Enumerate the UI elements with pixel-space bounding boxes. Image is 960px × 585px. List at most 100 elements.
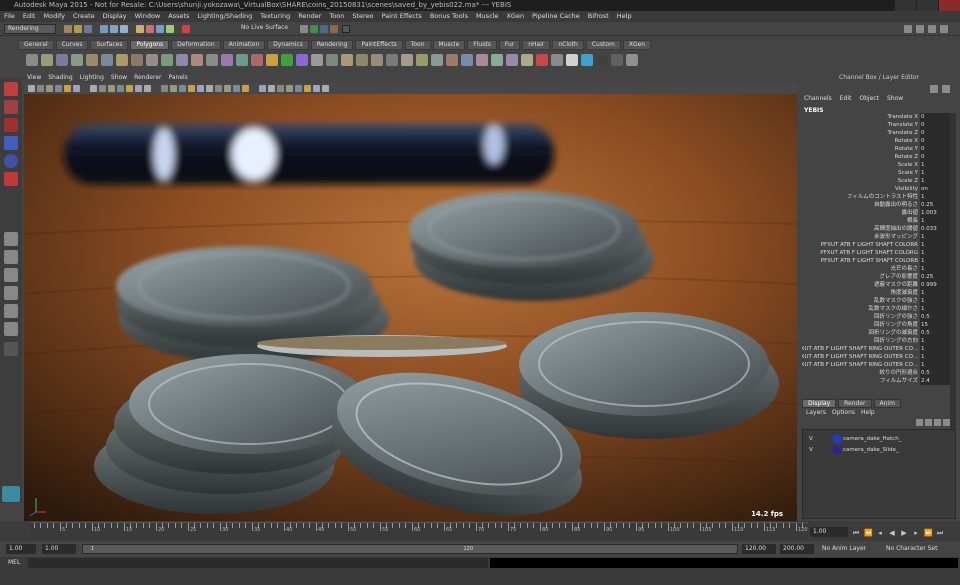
time-ruler[interactable]: 5 10 15 20 25 30 35 40 45 50 55 60 65 70 75 80 85 90 95 100… xyxy=(30,522,808,540)
new-empty-layer-icon[interactable] xyxy=(934,419,941,426)
panel-menu-view[interactable]: View xyxy=(27,73,41,83)
channel-box-layout-icon[interactable] xyxy=(942,85,950,93)
shelf-tab-xgen[interactable]: XGen xyxy=(622,40,652,50)
image-plane-icon[interactable] xyxy=(55,85,62,92)
gamma-icon[interactable] xyxy=(322,85,329,92)
channel-value[interactable]: 0.033 xyxy=(920,225,952,233)
channel-value[interactable]: 1 xyxy=(920,233,952,241)
channel-row[interactable]: Scale Y1 xyxy=(802,169,952,177)
shelf-tab-fur[interactable]: Fur xyxy=(498,40,521,50)
channel-menu-show[interactable]: Show xyxy=(887,95,903,102)
layer-color-swatch[interactable] xyxy=(833,446,841,454)
play-forward-button[interactable]: ▶ xyxy=(900,529,908,537)
shelf-tab-surfaces[interactable]: Surfaces xyxy=(90,40,129,50)
resolution-gate-icon[interactable] xyxy=(108,85,115,92)
channel-value[interactable]: 0 xyxy=(920,145,952,153)
layer-tab-display[interactable]: Display xyxy=(802,399,837,408)
channel-row[interactable]: Visibility on xyxy=(802,185,952,193)
paint-select-icon[interactable] xyxy=(4,118,18,132)
go-to-end-button[interactable]: ⏭ xyxy=(936,529,944,537)
channel-value[interactable]: 1 xyxy=(920,345,952,353)
select-hierarchy-icon[interactable] xyxy=(100,25,108,33)
auto-map-icon[interactable] xyxy=(596,54,608,66)
renderer-viewport-2-icon[interactable] xyxy=(304,85,311,92)
layer-visibility-toggle[interactable]: V xyxy=(809,434,813,444)
poly-pyramid-icon[interactable] xyxy=(131,54,143,66)
shelf-tab-ncloth[interactable]: nCloth xyxy=(552,40,584,50)
channel-row[interactable]: PFXUT ATB F LIGHT SHAFT COLORR 1 xyxy=(802,241,952,249)
channel-row[interactable]: 余波形マッピング 1 xyxy=(802,233,952,241)
snap-point-icon[interactable] xyxy=(156,25,164,33)
bevel-icon[interactable] xyxy=(431,54,443,66)
poly-cylinder-icon[interactable] xyxy=(56,54,68,66)
poly-helix-icon[interactable] xyxy=(161,54,173,66)
go-to-start-button[interactable]: ⏮ xyxy=(852,529,860,537)
gate-mask-icon[interactable] xyxy=(117,85,124,92)
fill-hole-icon[interactable] xyxy=(311,54,323,66)
character-set-dropdown[interactable]: No Character Set xyxy=(886,544,937,554)
menu-modify[interactable]: Modify xyxy=(43,11,65,22)
shelf-tab-dynamics[interactable]: Dynamics xyxy=(267,40,309,50)
channel-value[interactable]: 1 xyxy=(920,169,952,177)
channel-value[interactable]: 0 xyxy=(920,137,952,145)
shadows-icon[interactable] xyxy=(206,85,213,92)
new-layer-selected-icon[interactable] xyxy=(943,419,950,426)
mirror-icon[interactable] xyxy=(281,54,293,66)
show-channel-box-icon[interactable] xyxy=(940,25,948,33)
menu-texturing[interactable]: Texturing xyxy=(260,11,290,22)
camera-attributes-icon[interactable] xyxy=(37,85,44,92)
live-surface-field[interactable]: No Live Surface xyxy=(238,24,296,34)
use-all-lights-icon[interactable] xyxy=(197,85,204,92)
step-forward-key-button[interactable]: ⏩ xyxy=(924,529,933,537)
channel-value[interactable]: 1 xyxy=(920,361,952,369)
menu-assets[interactable]: Assets xyxy=(168,11,189,22)
channel-row[interactable]: Rotate Z0 xyxy=(802,153,952,161)
screen-space-ao-icon[interactable] xyxy=(215,85,222,92)
range-slider[interactable]: 1 120 xyxy=(82,544,738,554)
layer-color-swatch[interactable] xyxy=(833,435,841,443)
extrude-icon[interactable] xyxy=(401,54,413,66)
smooth-shade-icon[interactable] xyxy=(170,85,177,92)
channel-value[interactable]: on xyxy=(920,185,952,193)
menuset-dropdown[interactable]: Rendering xyxy=(4,24,56,34)
channel-row[interactable]: 回折リングの方向 1 xyxy=(802,337,952,345)
panel-menu-renderer[interactable]: Renderer xyxy=(134,73,161,83)
average-vertices-icon[interactable] xyxy=(296,54,308,66)
channel-row[interactable]: 横長 1 xyxy=(802,217,952,225)
input-field-icon[interactable] xyxy=(342,25,350,33)
channel-list-scrollbar[interactable] xyxy=(950,113,956,431)
isolate-select-icon[interactable] xyxy=(259,85,266,92)
persp-graph-layout-icon[interactable] xyxy=(4,286,18,300)
channel-value[interactable]: 0.25 xyxy=(920,201,952,209)
command-input[interactable] xyxy=(28,558,488,568)
channel-row[interactable]: 自動露出の明るさ 0.25 xyxy=(802,201,952,209)
collapse-icon[interactable] xyxy=(461,54,473,66)
channel-row[interactable]: Scale Z1 xyxy=(802,177,952,185)
bridge-icon[interactable] xyxy=(416,54,428,66)
poly-sphere-icon[interactable] xyxy=(26,54,38,66)
textured-icon[interactable] xyxy=(188,85,195,92)
layer-tab-render[interactable]: Render xyxy=(838,399,872,408)
channel-value[interactable]: 0.999 xyxy=(920,281,952,289)
playback-end-field[interactable]: 120.00 xyxy=(742,544,776,554)
layer-tab-anim[interactable]: Anim xyxy=(873,399,901,408)
spherical-map-icon[interactable] xyxy=(581,54,593,66)
magnet-icon[interactable] xyxy=(182,25,190,33)
layout-options-icon[interactable] xyxy=(4,342,18,356)
duplicate-face-icon[interactable] xyxy=(521,54,533,66)
insert-edge-loop-icon[interactable] xyxy=(371,54,383,66)
poly-cone-icon[interactable] xyxy=(71,54,83,66)
show-tool-settings-icon[interactable] xyxy=(928,25,936,33)
poly-torus-icon[interactable] xyxy=(101,54,113,66)
step-back-key-button[interactable]: ⏪ xyxy=(864,529,873,537)
channel-value[interactable]: 0 xyxy=(920,121,952,129)
menu-file[interactable]: File xyxy=(4,11,15,22)
channel-value[interactable]: 1 xyxy=(920,177,952,185)
minimize-button[interactable] xyxy=(894,0,916,11)
lasso-tool-icon[interactable] xyxy=(4,100,18,114)
menu-stereo[interactable]: Stereo xyxy=(352,11,373,22)
field-chart-icon[interactable] xyxy=(126,85,133,92)
persp-hypershade-layout-icon[interactable] xyxy=(4,304,18,318)
panel-menu-show[interactable]: Show xyxy=(111,73,127,83)
wireframe-icon[interactable] xyxy=(161,85,168,92)
